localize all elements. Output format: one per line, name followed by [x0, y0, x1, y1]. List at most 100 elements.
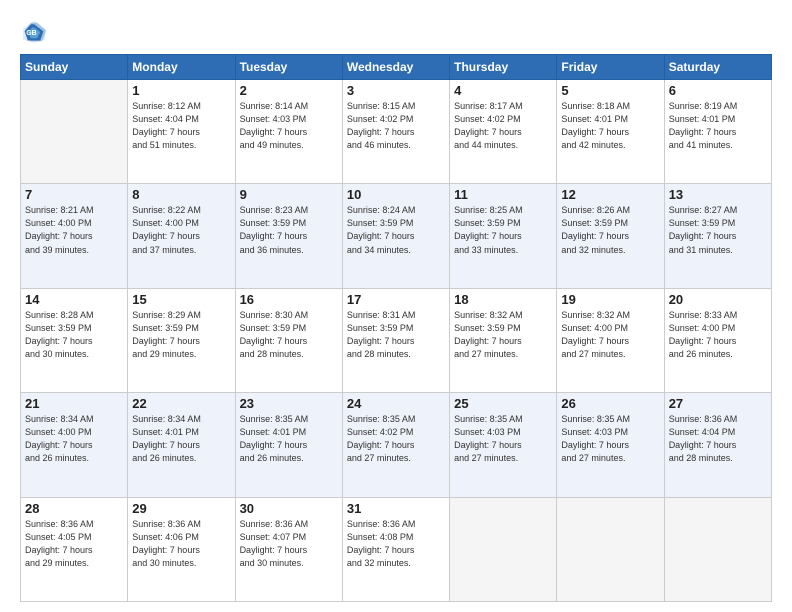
calendar-cell: 8 Sunrise: 8:22 AM Sunset: 4:00 PM Daylig… — [128, 184, 235, 288]
calendar-cell: 7 Sunrise: 8:21 AM Sunset: 4:00 PM Daylig… — [21, 184, 128, 288]
day-number: 26 — [561, 396, 659, 411]
day-detail: Sunrise: 8:27 AM Sunset: 3:59 PM Dayligh… — [669, 204, 767, 256]
day-detail: Sunrise: 8:35 AM Sunset: 4:03 PM Dayligh… — [454, 413, 552, 465]
calendar-week-row: 28 Sunrise: 8:36 AM Sunset: 4:05 PM Dayli… — [21, 497, 772, 601]
day-number: 7 — [25, 187, 123, 202]
day-number: 18 — [454, 292, 552, 307]
day-detail: Sunrise: 8:35 AM Sunset: 4:03 PM Dayligh… — [561, 413, 659, 465]
day-detail: Sunrise: 8:28 AM Sunset: 3:59 PM Dayligh… — [25, 309, 123, 361]
calendar-table: SundayMondayTuesdayWednesdayThursdayFrid… — [20, 54, 772, 602]
day-detail: Sunrise: 8:33 AM Sunset: 4:00 PM Dayligh… — [669, 309, 767, 361]
day-number: 28 — [25, 501, 123, 516]
day-detail: Sunrise: 8:19 AM Sunset: 4:01 PM Dayligh… — [669, 100, 767, 152]
weekday-header-tuesday: Tuesday — [235, 55, 342, 80]
day-number: 4 — [454, 83, 552, 98]
day-detail: Sunrise: 8:36 AM Sunset: 4:05 PM Dayligh… — [25, 518, 123, 570]
calendar-cell: 14Sunrise: 8:28 AM Sunset: 3:59 PM Dayli… — [21, 288, 128, 392]
day-detail: Sunrise: 8:32 AM Sunset: 4:00 PM Dayligh… — [561, 309, 659, 361]
day-number: 12 — [561, 187, 659, 202]
calendar-cell: 31Sunrise: 8:36 AM Sunset: 4:08 PM Dayli… — [342, 497, 449, 601]
day-number: 27 — [669, 396, 767, 411]
calendar-cell: 21Sunrise: 8:34 AM Sunset: 4:00 PM Dayli… — [21, 393, 128, 497]
day-number: 3 — [347, 83, 445, 98]
calendar-cell: 15Sunrise: 8:29 AM Sunset: 3:59 PM Dayli… — [128, 288, 235, 392]
day-detail: Sunrise: 8:25 AM Sunset: 3:59 PM Dayligh… — [454, 204, 552, 256]
weekday-header-wednesday: Wednesday — [342, 55, 449, 80]
weekday-header-saturday: Saturday — [664, 55, 771, 80]
day-number: 21 — [25, 396, 123, 411]
weekday-header-friday: Friday — [557, 55, 664, 80]
calendar-cell: 6Sunrise: 8:19 AM Sunset: 4:01 PM Daylig… — [664, 80, 771, 184]
day-number: 11 — [454, 187, 552, 202]
calendar-cell: 19Sunrise: 8:32 AM Sunset: 4:00 PM Dayli… — [557, 288, 664, 392]
day-detail: Sunrise: 8:22 AM Sunset: 4:00 PM Dayligh… — [132, 204, 230, 256]
day-number: 15 — [132, 292, 230, 307]
day-number: 20 — [669, 292, 767, 307]
calendar-cell: 20 Sunrise: 8:33 AM Sunset: 4:00 PM Dayli… — [664, 288, 771, 392]
day-detail: Sunrise: 8:31 AM Sunset: 3:59 PM Dayligh… — [347, 309, 445, 361]
day-detail: Sunrise: 8:21 AM Sunset: 4:00 PM Dayligh… — [25, 204, 123, 256]
calendar-cell — [21, 80, 128, 184]
weekday-header-row: SundayMondayTuesdayWednesdayThursdayFrid… — [21, 55, 772, 80]
day-number: 10 — [347, 187, 445, 202]
calendar-cell: 4Sunrise: 8:17 AM Sunset: 4:02 PM Daylig… — [450, 80, 557, 184]
day-number: 22 — [132, 396, 230, 411]
calendar-cell: 27 Sunrise: 8:36 AM Sunset: 4:04 PM Dayli… — [664, 393, 771, 497]
calendar-cell: 13 Sunrise: 8:27 AM Sunset: 3:59 PM Dayli… — [664, 184, 771, 288]
day-detail: Sunrise: 8:30 AM Sunset: 3:59 PM Dayligh… — [240, 309, 338, 361]
calendar-cell: 1 Sunrise: 8:12 AM Sunset: 4:04 PM Daylig… — [128, 80, 235, 184]
calendar-cell: 5Sunrise: 8:18 AM Sunset: 4:01 PM Daylig… — [557, 80, 664, 184]
day-detail: Sunrise: 8:14 AM Sunset: 4:03 PM Dayligh… — [240, 100, 338, 152]
calendar-cell: 10 Sunrise: 8:24 AM Sunset: 3:59 PM Dayli… — [342, 184, 449, 288]
svg-text:GB: GB — [26, 30, 37, 37]
calendar-cell: 2 Sunrise: 8:14 AM Sunset: 4:03 PM Daylig… — [235, 80, 342, 184]
calendar-cell: 23Sunrise: 8:35 AM Sunset: 4:01 PM Dayli… — [235, 393, 342, 497]
calendar-cell: 18 Sunrise: 8:32 AM Sunset: 3:59 PM Dayli… — [450, 288, 557, 392]
day-detail: Sunrise: 8:12 AM Sunset: 4:04 PM Dayligh… — [132, 100, 230, 152]
day-detail: Sunrise: 8:24 AM Sunset: 3:59 PM Dayligh… — [347, 204, 445, 256]
calendar-cell: 12 Sunrise: 8:26 AM Sunset: 3:59 PM Dayli… — [557, 184, 664, 288]
day-number: 25 — [454, 396, 552, 411]
day-number: 8 — [132, 187, 230, 202]
day-number: 1 — [132, 83, 230, 98]
calendar-cell — [664, 497, 771, 601]
calendar-cell: 24Sunrise: 8:35 AM Sunset: 4:02 PM Dayli… — [342, 393, 449, 497]
day-detail: Sunrise: 8:34 AM Sunset: 4:01 PM Dayligh… — [132, 413, 230, 465]
calendar-week-row: 14Sunrise: 8:28 AM Sunset: 3:59 PM Dayli… — [21, 288, 772, 392]
logo: GB — [20, 18, 50, 46]
day-number: 31 — [347, 501, 445, 516]
day-number: 29 — [132, 501, 230, 516]
weekday-header-thursday: Thursday — [450, 55, 557, 80]
weekday-header-monday: Monday — [128, 55, 235, 80]
day-detail: Sunrise: 8:35 AM Sunset: 4:01 PM Dayligh… — [240, 413, 338, 465]
day-number: 30 — [240, 501, 338, 516]
day-number: 16 — [240, 292, 338, 307]
calendar-cell: 17 Sunrise: 8:31 AM Sunset: 3:59 PM Dayli… — [342, 288, 449, 392]
day-detail: Sunrise: 8:36 AM Sunset: 4:06 PM Dayligh… — [132, 518, 230, 570]
calendar-cell: 29 Sunrise: 8:36 AM Sunset: 4:06 PM Dayli… — [128, 497, 235, 601]
day-detail: Sunrise: 8:26 AM Sunset: 3:59 PM Dayligh… — [561, 204, 659, 256]
day-detail: Sunrise: 8:36 AM Sunset: 4:04 PM Dayligh… — [669, 413, 767, 465]
logo-icon: GB — [20, 18, 48, 46]
day-number: 13 — [669, 187, 767, 202]
day-detail: Sunrise: 8:15 AM Sunset: 4:02 PM Dayligh… — [347, 100, 445, 152]
weekday-header-sunday: Sunday — [21, 55, 128, 80]
calendar-cell — [450, 497, 557, 601]
calendar-cell: 22 Sunrise: 8:34 AM Sunset: 4:01 PM Dayli… — [128, 393, 235, 497]
day-detail: Sunrise: 8:36 AM Sunset: 4:07 PM Dayligh… — [240, 518, 338, 570]
calendar-cell: 11 Sunrise: 8:25 AM Sunset: 3:59 PM Dayli… — [450, 184, 557, 288]
calendar-week-row: 21Sunrise: 8:34 AM Sunset: 4:00 PM Dayli… — [21, 393, 772, 497]
calendar-cell: 30 Sunrise: 8:36 AM Sunset: 4:07 PM Dayli… — [235, 497, 342, 601]
day-number: 2 — [240, 83, 338, 98]
day-detail: Sunrise: 8:23 AM Sunset: 3:59 PM Dayligh… — [240, 204, 338, 256]
calendar-cell — [557, 497, 664, 601]
day-detail: Sunrise: 8:32 AM Sunset: 3:59 PM Dayligh… — [454, 309, 552, 361]
day-number: 5 — [561, 83, 659, 98]
calendar-cell: 16 Sunrise: 8:30 AM Sunset: 3:59 PM Dayli… — [235, 288, 342, 392]
day-number: 17 — [347, 292, 445, 307]
calendar-cell: 26 Sunrise: 8:35 AM Sunset: 4:03 PM Dayli… — [557, 393, 664, 497]
day-number: 9 — [240, 187, 338, 202]
header: GB — [20, 18, 772, 46]
calendar-cell: 25 Sunrise: 8:35 AM Sunset: 4:03 PM Dayli… — [450, 393, 557, 497]
calendar-cell: 3 Sunrise: 8:15 AM Sunset: 4:02 PM Daylig… — [342, 80, 449, 184]
